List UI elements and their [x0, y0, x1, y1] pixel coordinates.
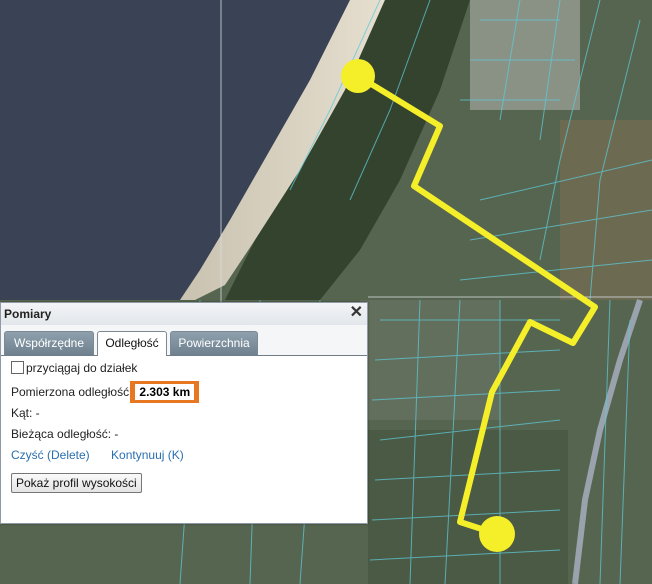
continue-link[interactable]: Kontynuuj (K) [111, 448, 184, 462]
snap-checkbox[interactable] [11, 361, 24, 374]
action-links: Czyść (Delete) Kontynuuj (K) [11, 448, 184, 462]
current-distance-text: Bieżąca odległość: - [11, 427, 119, 441]
measured-distance-label: Pomierzona odległość: [11, 385, 133, 399]
snap-checkbox-label: przyciągaj do działek [26, 361, 138, 375]
elevation-profile-button[interactable]: Pokaż profil wysokości [11, 473, 142, 493]
tab-bar: Współrzędne Odległość Powierzchnia [1, 325, 367, 356]
measured-distance-highlight: 2.303 km [130, 381, 200, 403]
route-start-marker[interactable] [341, 59, 375, 93]
measured-distance-row: Pomierzona odległość: 2.303 km [11, 381, 200, 403]
snap-option[interactable]: przyciągaj do działek [11, 361, 137, 375]
measurements-panel: Pomiary ✕ Współrzędne Odległość Powierzc… [0, 302, 368, 524]
close-icon[interactable]: ✕ [350, 304, 363, 322]
panel-title: Pomiary [4, 307, 52, 321]
route-end-marker[interactable] [479, 516, 515, 552]
angle-text: Kąt: - [11, 406, 40, 420]
meadow-area [560, 120, 652, 300]
measured-distance-value: 2.303 km [135, 384, 195, 400]
settlement-area [470, 0, 580, 110]
panel-header[interactable]: Pomiary ✕ [1, 303, 367, 326]
tab-distance[interactable]: Odległość [97, 331, 167, 356]
forest-area-lower [368, 430, 568, 584]
clear-link[interactable]: Czyść (Delete) [11, 448, 90, 462]
tab-coordinates[interactable]: Współrzędne [4, 331, 94, 355]
tab-area[interactable]: Powierzchnia [170, 331, 258, 355]
